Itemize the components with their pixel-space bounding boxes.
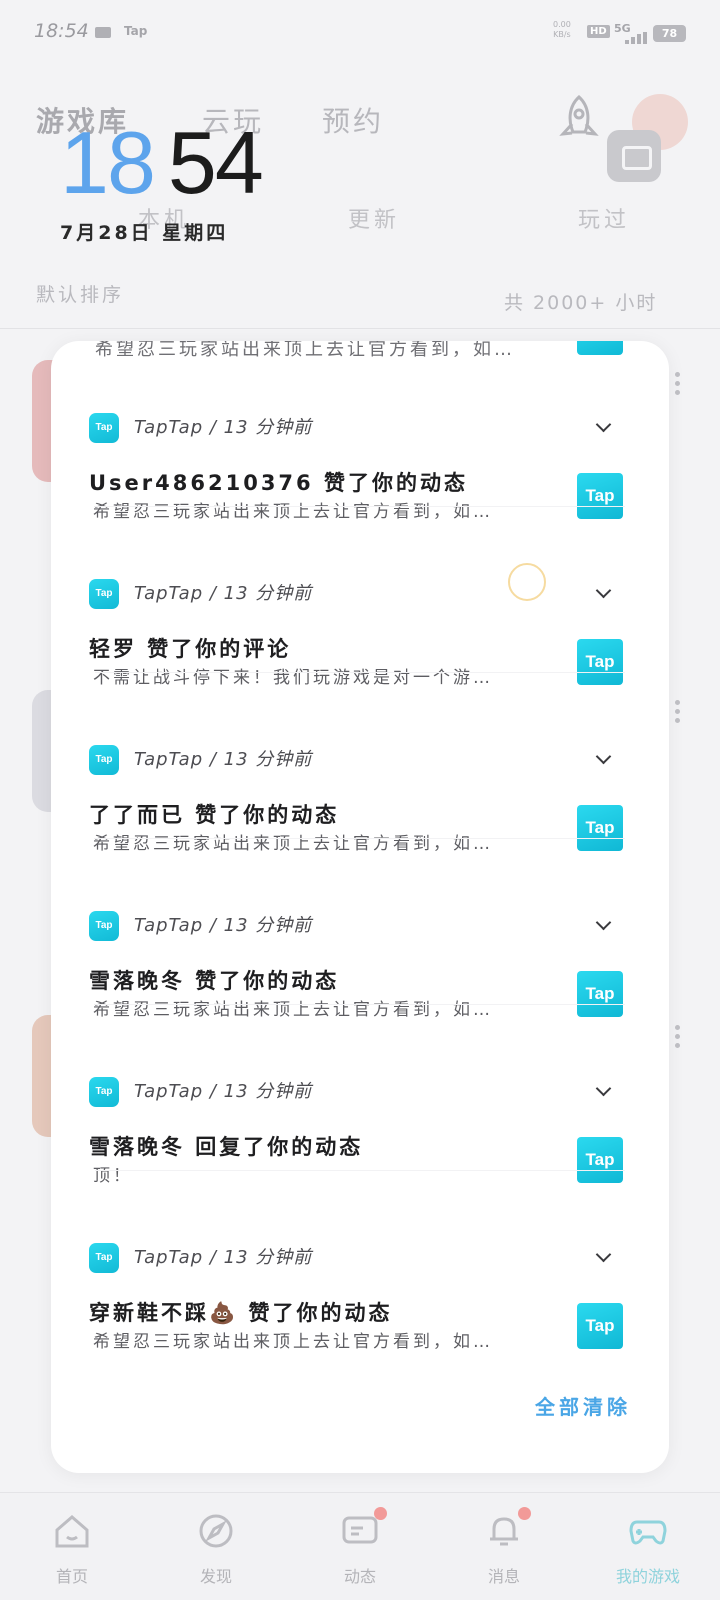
more-icon[interactable] [675, 1025, 681, 1053]
moments-icon [342, 1516, 378, 1544]
lockscreen-clock: 18 54 [60, 118, 264, 208]
clock-date: 7月28日 星期四 [60, 222, 229, 244]
taptap-app-icon: Tap [89, 579, 119, 609]
nav-moments[interactable]: 动态 [288, 1493, 432, 1600]
chevron-down-icon[interactable] [597, 587, 611, 601]
hd-badge: HD [587, 25, 610, 38]
chevron-down-icon[interactable] [597, 1251, 611, 1265]
filter-update[interactable]: 更新 [348, 202, 400, 234]
nav-discover-label: 发现 [199, 1567, 232, 1586]
notification-title: 雪落晚冬 回复了你的动态 [89, 1135, 364, 1159]
floating-toolbox-icon[interactable] [607, 130, 661, 182]
divider [95, 506, 625, 507]
battery-icon: 78 [653, 25, 686, 42]
chevron-down-icon[interactable] [597, 1085, 611, 1099]
nav-my-games-label: 我的游戏 [615, 1567, 680, 1586]
nav-messages-label: 消息 [487, 1567, 520, 1586]
notification-item[interactable]: Tap TapTap / 13 分钟前 穿新鞋不踩💩 赞了你的动态 希望忍三玩家… [51, 1170, 669, 1352]
chevron-down-icon[interactable] [597, 919, 611, 933]
notification-title: 雪落晚冬 赞了你的动态 [89, 969, 340, 993]
taptap-app-icon: Tap [89, 745, 119, 775]
status-time: 18:54 [34, 20, 89, 42]
sort-dropdown[interactable]: 默认排序 [36, 280, 124, 307]
taptap-app-icon: Tap [89, 1243, 119, 1273]
chevron-down-icon[interactable] [597, 753, 611, 767]
home-icon [55, 1515, 89, 1548]
nav-discover[interactable]: 发现 [144, 1493, 288, 1600]
taptap-app-icon: Tap [89, 911, 119, 941]
moments-badge [374, 1507, 387, 1520]
nav-home-label: 首页 [55, 1567, 88, 1586]
notification-panel: 希望忍三玩家站出来顶上去让官方看到，如… Tap TapTap / 13 分钟前… [51, 341, 669, 1473]
gamepad-icon [629, 1520, 667, 1545]
divider [95, 672, 625, 673]
notification-item[interactable]: Tap TapTap / 13 分钟前 雪落晚冬 回复了你的动态 顶！ Tap [51, 1004, 669, 1186]
tab-reservation[interactable]: 预约 [322, 100, 384, 140]
notification-item[interactable]: Tap TapTap / 13 分钟前 雪落晚冬 赞了你的动态 希望忍三玩家站出… [51, 838, 669, 1020]
taptap-app-icon: Tap [89, 413, 119, 443]
more-icon[interactable] [675, 372, 681, 400]
notification-body: 希望忍三玩家站出来顶上去让官方看到，如… [93, 1332, 493, 1352]
notification-title: 了了而已 赞了你的动态 [89, 803, 340, 827]
notification-meta: TapTap / 13 分钟前 [134, 583, 313, 604]
taptap-app-icon: Tap [89, 1077, 119, 1107]
total-hours: 共 2000+ 小时 [504, 292, 658, 314]
net-speed: 0.00 KB/s [553, 20, 571, 40]
notification-meta: TapTap / 13 分钟前 [134, 915, 313, 936]
messages-badge [518, 1507, 531, 1520]
more-icon[interactable] [675, 700, 681, 728]
notification-meta: TapTap / 13 分钟前 [134, 417, 313, 438]
notification-meta: TapTap / 13 分钟前 [134, 1247, 313, 1268]
divider [95, 1170, 625, 1171]
signal-icon [625, 32, 647, 44]
clear-all-button[interactable]: 全部清除 [535, 1391, 631, 1420]
divider [0, 328, 720, 329]
net-speed-value: 0.00 [553, 20, 571, 29]
notification-item[interactable]: Tap TapTap / 13 分钟前 轻罗 赞了你的评论 不需让战斗停下来！我… [51, 506, 669, 688]
discover-icon [199, 1514, 233, 1548]
nav-messages[interactable]: 消息 [432, 1493, 576, 1600]
clock-hours: 18 [60, 113, 156, 212]
divider [95, 1004, 625, 1005]
notification-title: 穿新鞋不踩💩 赞了你的动态 [89, 1301, 393, 1325]
nav-home[interactable]: 首页 [0, 1493, 144, 1600]
notification-item[interactable]: Tap TapTap / 13 分钟前 User486210376 赞了你的动态… [51, 341, 669, 522]
notification-title: 轻罗 赞了你的评论 [89, 637, 292, 661]
notification-meta: TapTap / 13 分钟前 [134, 1081, 313, 1102]
touch-indicator [508, 563, 546, 601]
notification-meta: TapTap / 13 分钟前 [134, 749, 313, 770]
status-bar: 18:54 Tap 0.00 KB/s HD 5G 78 [0, 0, 720, 64]
divider [95, 838, 625, 839]
notification-thumbnail: Tap [577, 1303, 623, 1349]
video-record-icon [95, 27, 111, 38]
notification-item[interactable]: Tap TapTap / 13 分钟前 了了而已 赞了你的动态 希望忍三玩家站出… [51, 672, 669, 854]
nav-my-games[interactable]: 我的游戏 [576, 1493, 720, 1600]
filter-played[interactable]: 玩过 [578, 202, 630, 234]
rocket-icon[interactable] [556, 94, 602, 146]
clock-minutes: 54 [167, 113, 264, 212]
net-speed-unit: KB/s [553, 30, 571, 39]
chevron-down-icon[interactable] [597, 421, 611, 435]
nav-moments-label: 动态 [343, 1567, 376, 1586]
bell-icon [490, 1517, 518, 1546]
bottom-nav: 首页 发现 动态 消息 我的游戏 [0, 1492, 720, 1600]
status-tap-label: Tap [124, 24, 148, 38]
notification-title: User486210376 赞了你的动态 [89, 471, 468, 495]
